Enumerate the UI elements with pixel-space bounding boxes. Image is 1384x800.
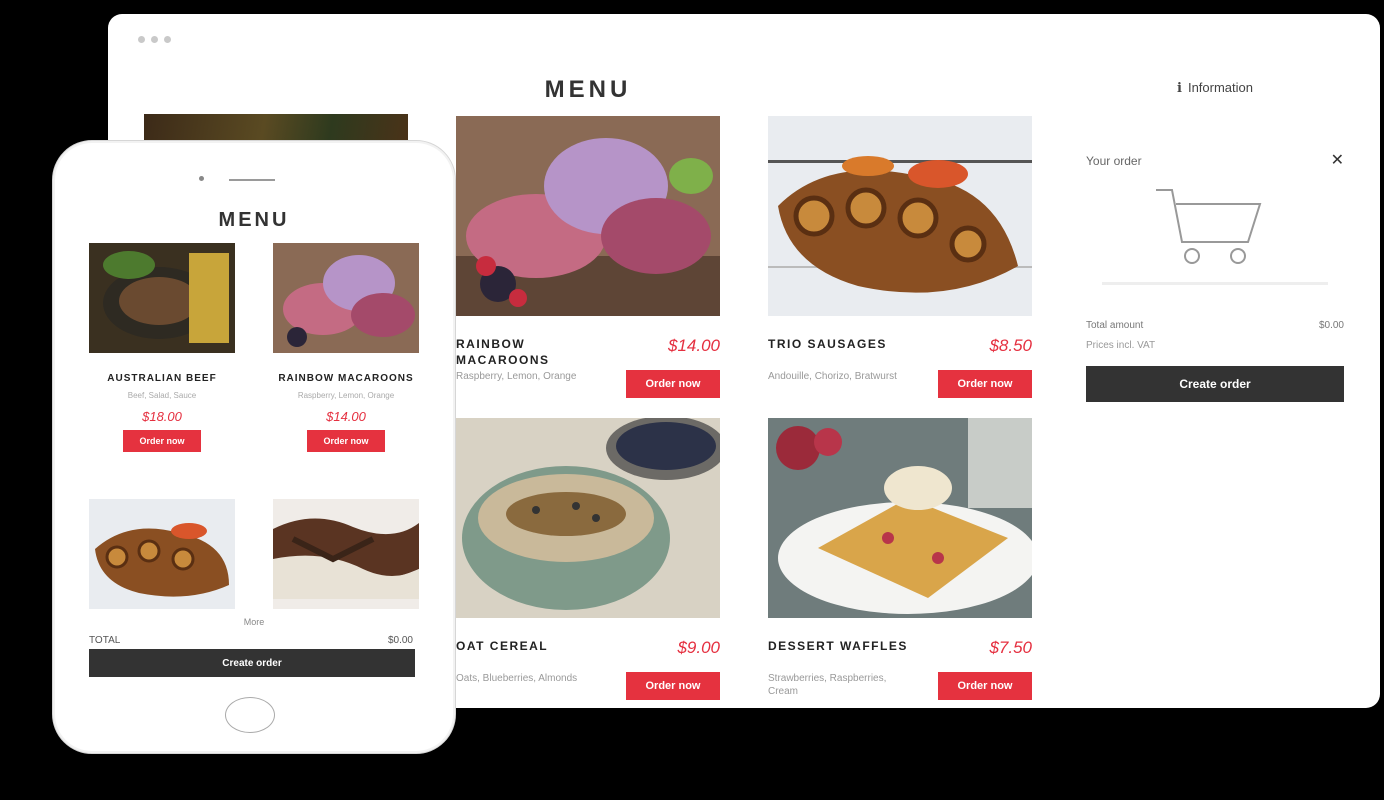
phone-menu-card: RAINBOW MACAROONS Raspberry, Lemon, Oran…	[273, 243, 419, 452]
phone-total-value: $0.00	[387, 635, 413, 646]
empty-cart-text	[1102, 282, 1328, 285]
item-description: Raspberry, Lemon, Orange	[456, 371, 577, 382]
phone-order-now-button[interactable]: Order now	[123, 430, 201, 452]
item-price: $8.50	[989, 336, 1032, 355]
window-dot[interactable]	[164, 36, 171, 43]
macaroons-photo	[456, 116, 720, 316]
phone-device: MENU AUSTRALIAN BEEF Beef, Salad, Sauce …	[52, 140, 456, 754]
phone-item-description: Beef, Salad, Sauce	[127, 391, 197, 400]
phone-item-name: RAINBOW MACAROONS	[278, 373, 414, 384]
phone-speaker	[229, 179, 275, 181]
phone-item-price: $14.00	[326, 409, 366, 424]
item-description: Oats, Blueberries, Almonds	[456, 673, 578, 684]
item-name: OAT CEREAL	[456, 639, 549, 653]
menu-card: DESSERT WAFFLES Strawberries, Raspberrie…	[768, 418, 1032, 708]
your-order-label: Your order	[1086, 154, 1142, 168]
phone-total-label: TOTAL	[89, 635, 121, 646]
order-now-button[interactable]: Order now	[626, 370, 720, 398]
information-label: Information	[1187, 80, 1253, 95]
item-description: Andouille, Chorizo, Bratwurst	[768, 371, 897, 382]
more-link[interactable]: More	[53, 617, 455, 627]
item-name: RAINBOW MACAROONS	[456, 337, 550, 367]
phone-item-description: Raspberry, Lemon, Orange	[297, 391, 395, 400]
cake-photo	[273, 499, 419, 609]
total-value: $0.00	[1318, 320, 1344, 331]
phone-order-now-button[interactable]: Order now	[307, 430, 385, 452]
phone-page-title: MENU	[218, 209, 290, 231]
cart-icon	[1156, 189, 1262, 264]
oat-cereal-photo	[456, 418, 720, 618]
menu-card: RAINBOW MACAROONS Raspberry, Lemon, Oran…	[456, 116, 720, 406]
waffles-photo	[768, 418, 1032, 618]
order-now-button[interactable]: Order now	[626, 672, 720, 700]
menu-card: OAT CEREAL Oats, Blueberries, Almonds $9…	[456, 418, 720, 708]
close-icon[interactable]: ✕	[1331, 150, 1344, 170]
order-now-button[interactable]: Order now	[938, 370, 1032, 398]
item-description: Strawberries, Raspberries, Cream	[768, 673, 887, 697]
order-now-button[interactable]: Order now	[938, 672, 1032, 700]
item-name: TRIO SAUSAGES	[768, 337, 887, 351]
phone-item-name: AUSTRALIAN BEEF	[107, 373, 217, 384]
info-icon: i	[1177, 81, 1182, 96]
sausages-photo	[89, 499, 235, 609]
phone-camera	[199, 176, 204, 181]
window-dot[interactable]	[151, 36, 158, 43]
information-panel: i Information Your order ✕ Total amount $…	[1086, 78, 1344, 402]
phone-total-row: TOTAL $0.00	[89, 635, 413, 646]
phone-create-order-button[interactable]: Create order	[89, 649, 415, 677]
phone-home-button[interactable]	[225, 697, 275, 733]
information-header: i Information	[1086, 80, 1344, 96]
phone-menu-card: AUSTRALIAN BEEF Beef, Salad, Sauce $18.0…	[89, 243, 235, 452]
macaroons-photo	[273, 243, 419, 353]
window-controls	[138, 36, 171, 43]
window-dot[interactable]	[138, 36, 145, 43]
beef-photo	[89, 243, 235, 353]
total-label: Total amount	[1086, 320, 1144, 331]
item-name: DESSERT WAFFLES	[768, 639, 908, 653]
price-note: Prices incl. VAT	[1086, 340, 1156, 351]
item-price: $9.00	[677, 638, 720, 657]
create-order-button[interactable]: Create order	[1086, 366, 1344, 402]
page-title: MENU	[544, 76, 632, 103]
sausages-photo	[768, 116, 1032, 316]
menu-card: TRIO SAUSAGES Andouille, Chorizo, Bratwu…	[768, 116, 1032, 406]
item-price: $7.50	[989, 638, 1032, 657]
phone-item-price: $18.00	[142, 409, 182, 424]
item-price: $14.00	[668, 336, 720, 355]
